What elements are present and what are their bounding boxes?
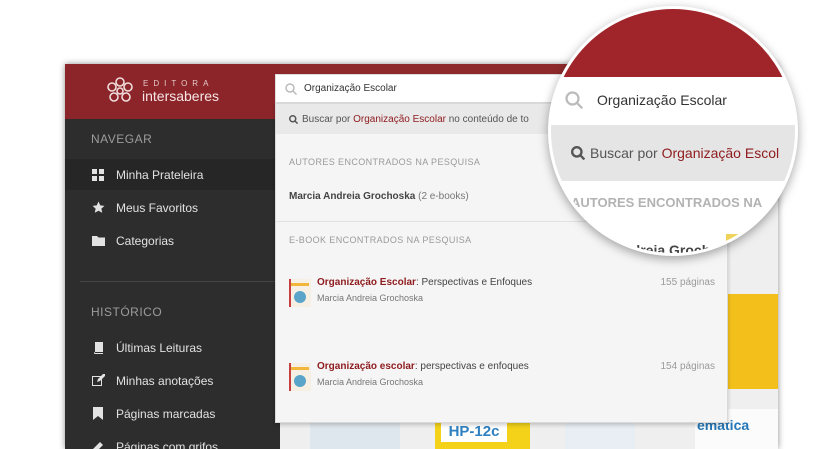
sidebar-item-label: Últimas Leituras — [116, 340, 203, 355]
folder-icon — [91, 234, 105, 248]
book-cover[interactable] — [565, 419, 635, 449]
book-title: HP-12c — [441, 422, 507, 442]
logo-editora-text: EDITORA — [143, 79, 214, 88]
buscar-prefix: Buscar por — [302, 113, 351, 125]
search-icon — [565, 91, 583, 109]
sidebar: NAVEGAR Minha Prateleira Meus Favoritos … — [65, 119, 280, 449]
magnifier-buscar-term: Organização Escol — [661, 145, 780, 161]
book-cover[interactable] — [310, 419, 400, 449]
author-result[interactable]: Marcia Andreia Grochoska (2 e-books) — [289, 191, 469, 202]
author-name: Marcia Andreia Grochoska — [289, 191, 416, 202]
sidebar-item-ultimas-leituras[interactable]: Últimas Leituras — [65, 332, 280, 363]
ebook-result[interactable]: Organização Escolar: Perspectivas e Enfo… — [289, 277, 719, 313]
authors-heading: AUTORES ENCONTRADOS NA PESQUISA — [289, 157, 481, 167]
author-count: (2 e-books) — [418, 191, 469, 202]
book-icon — [91, 341, 105, 355]
magnifier-heading: AUTORES ENCONTRADOS NA — [571, 195, 763, 210]
ebook-title: Organização Escolar: Perspectivas e Enfo… — [317, 277, 533, 288]
sidebar-item-paginas-com-grifos[interactable]: Páginas com grifos — [65, 431, 280, 449]
sidebar-item-label: Meus Favoritos — [116, 200, 199, 215]
pencil-icon — [91, 440, 105, 449]
ebook-thumbnail — [289, 279, 311, 307]
book-cover-hp12c[interactable]: HP-12c — [435, 419, 530, 449]
star-icon — [91, 201, 105, 215]
magnifier-book — [726, 234, 781, 253]
sidebar-item-label: Páginas com grifos — [116, 439, 219, 449]
sidebar-divider — [80, 281, 280, 282]
grid-icon — [91, 168, 105, 182]
magnifier-buscar-prefix: Buscar por — [590, 145, 658, 161]
ebooks-heading: E-BOOK ENCONTRADOS NA PESQUISA — [289, 235, 472, 245]
magnifier-search-input: Organização Escolar — [551, 77, 795, 123]
search-query: Organização Escolar — [304, 83, 397, 94]
ebook-thumbnail — [289, 363, 311, 391]
logo-brand-text: intersaberes — [142, 88, 220, 104]
magnifier-lens: Organização Escolar Buscar por Organizaç… — [548, 6, 798, 256]
ebook-pages: 154 páginas — [660, 361, 716, 372]
sidebar-item-minhas-anotacoes[interactable]: Minhas anotações — [65, 365, 280, 396]
sidebar-item-meus-favoritos[interactable]: Meus Favoritos — [65, 192, 280, 223]
nav-heading: NAVEGAR — [91, 132, 153, 146]
ebook-title: Organização escolar: perspectivas e enfo… — [317, 361, 529, 372]
magnifier-topbar — [551, 9, 795, 77]
search-icon — [289, 114, 298, 124]
sidebar-item-label: Categorias — [116, 233, 175, 248]
sidebar-item-categorias[interactable]: Categorias — [65, 225, 280, 256]
search-icon — [285, 82, 297, 95]
sidebar-item-paginas-marcadas[interactable]: Páginas marcadas — [65, 398, 280, 429]
buscar-term: Organização Escolar — [353, 113, 446, 125]
sidebar-item-label: Minha Prateleira — [116, 167, 204, 182]
ebook-result[interactable]: Organização escolar: perspectivas e enfo… — [289, 361, 719, 397]
bookmark-icon — [91, 407, 105, 421]
magnifier-buscar: Buscar por Organização Escol — [551, 125, 795, 181]
buscar-suffix: no conteúdo de to — [448, 113, 529, 125]
history-heading: HISTÓRICO — [91, 305, 163, 319]
sidebar-item-minha-prateleira[interactable]: Minha Prateleira — [65, 159, 280, 190]
sidebar-item-label: Páginas marcadas — [116, 406, 216, 421]
ebook-author: Marcia Andreia Grochoska — [317, 377, 424, 387]
logo-flower-icon — [107, 77, 133, 102]
logo[interactable]: EDITORA intersaberes — [65, 64, 280, 119]
book-cover[interactable] — [728, 294, 778, 389]
ebook-pages: 155 páginas — [660, 277, 716, 288]
magnifier-query: Organização Escolar — [597, 92, 727, 108]
edit-icon — [91, 374, 105, 388]
sidebar-item-label: Minhas anotações — [116, 373, 214, 388]
ebook-author: Marcia Andreia Grochoska — [317, 293, 424, 303]
search-icon — [571, 146, 585, 160]
